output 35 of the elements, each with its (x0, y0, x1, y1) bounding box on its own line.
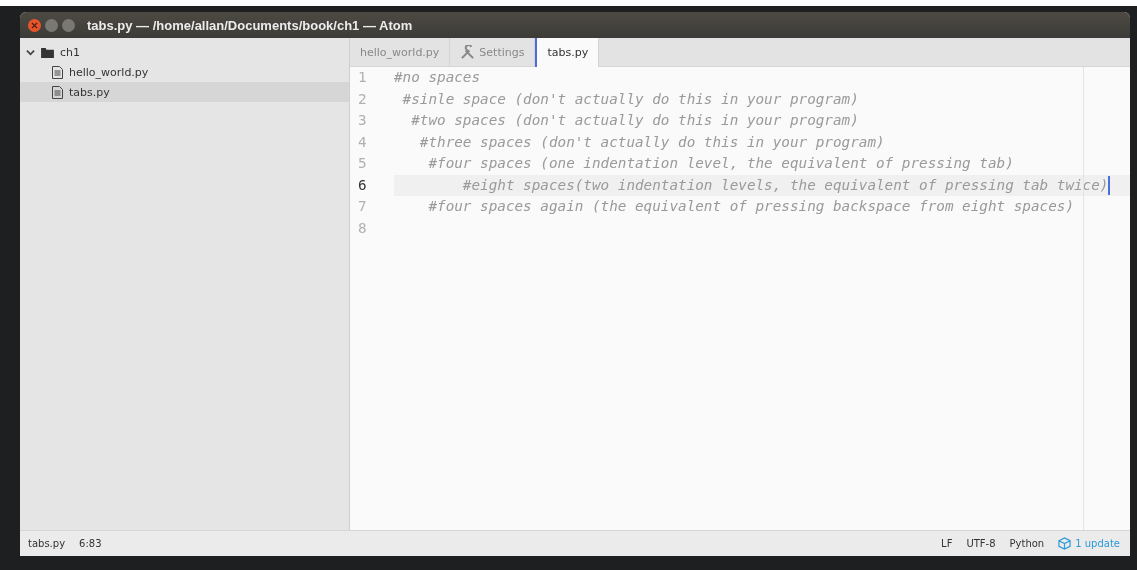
code-comment: #sinle space (don't actually do this in your program) (401, 90, 859, 107)
line-number: 7 (358, 197, 368, 216)
line-number: 4 (358, 132, 368, 152)
line-number: 5 (358, 154, 368, 173)
line-number: 6 (358, 175, 368, 195)
text-cursor (1108, 176, 1110, 195)
code-comment: #three spaces (don't actually do this in your program) (418, 133, 885, 150)
line-number: 8 (358, 218, 368, 238)
file-icon (52, 85, 63, 99)
close-icon (31, 21, 38, 29)
code-comment: #four spaces again (the equivalent of pressing backspace from eight spaces) (427, 198, 1074, 214)
file-item[interactable]: tabs.py (20, 82, 349, 102)
line-ending[interactable]: LF (941, 538, 953, 549)
code-comment: #no spaces (394, 69, 481, 85)
package-icon (1058, 537, 1072, 550)
line-number: 3 (358, 111, 368, 130)
file-item[interactable]: hello_world.py (20, 62, 349, 82)
line-number: 1 (358, 68, 368, 87)
tab[interactable]: tabs.py (535, 38, 600, 67)
window-title: tabs.py — /home/allan/Documents/book/ch1 — Atom (87, 17, 413, 33)
cursor-position[interactable]: 6:83 (79, 538, 102, 549)
close-button[interactable] (28, 18, 41, 32)
grammar[interactable]: Python (1009, 538, 1045, 549)
minimize-button[interactable] (45, 18, 58, 32)
code-comment: #eight spaces(two indentation levels, the equivalent of pressing tab twice) (461, 176, 1109, 193)
line-number: 2 (358, 89, 368, 109)
code-comment: #four spaces (one indentation level, the equivalent of pressing tab) (427, 155, 1014, 171)
code-comment: #two spaces (don't actually do this in your program) (410, 112, 859, 128)
folder-item[interactable]: ch1 (20, 42, 349, 62)
tools-icon (460, 44, 476, 60)
encoding[interactable]: UTF-8 (966, 538, 996, 549)
file-icon (52, 65, 63, 79)
folder-icon (41, 46, 54, 58)
maximize-button[interactable] (62, 18, 75, 32)
status-file[interactable]: tabs.py (28, 538, 66, 549)
